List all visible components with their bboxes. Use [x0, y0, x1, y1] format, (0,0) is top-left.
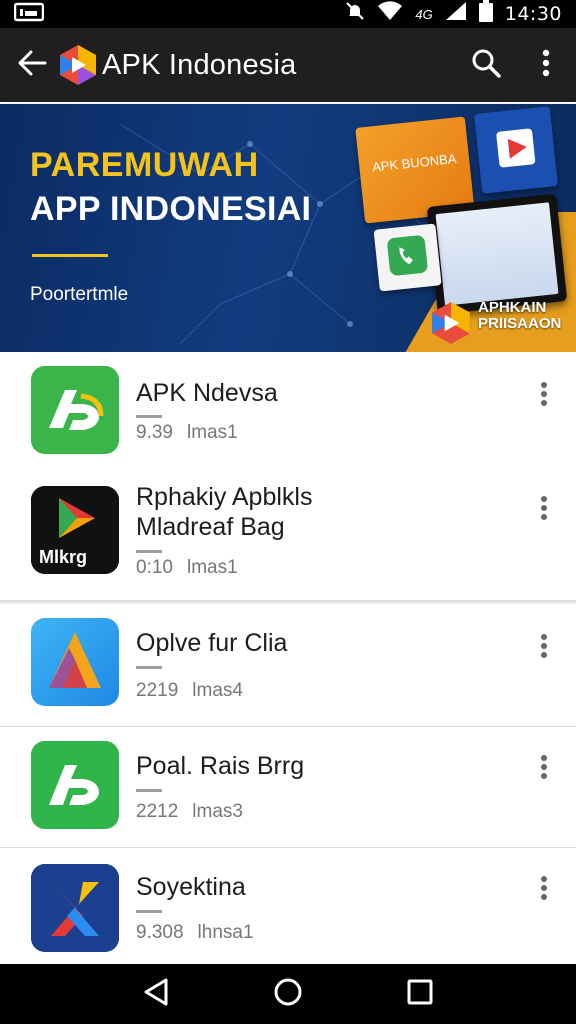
app-info: lmas3 [192, 801, 243, 822]
more-vert-icon [540, 495, 548, 526]
item-more-button[interactable] [528, 870, 560, 910]
banner-rule [32, 254, 108, 257]
app-info: lmas4 [192, 680, 243, 701]
app-underline [136, 415, 162, 418]
promo-banner[interactable]: PAREMUWAH APP INDONESIAI Poortertmle APK… [0, 104, 576, 352]
search-icon [471, 48, 501, 83]
play-icon [494, 126, 538, 175]
app-size: 2212 [136, 801, 179, 822]
app-meta: 9.308 lhnsa1 [136, 922, 254, 944]
app-size: 0:10 [136, 557, 173, 578]
back-arrow-icon [17, 50, 47, 81]
more-vert-icon [540, 754, 548, 785]
app-meta: 0:10 lmas1 [136, 557, 238, 579]
app-underline [136, 666, 162, 669]
banner-brand-logo-icon [430, 300, 472, 351]
navigation-bar [0, 964, 576, 1024]
app-meta: 2212 lmas3 [136, 801, 243, 823]
list-item[interactable]: Soyektina 9.308 lhnsa1 [0, 848, 576, 964]
search-button[interactable] [456, 28, 516, 102]
app-underline [136, 910, 162, 913]
nav-recents-icon [407, 979, 433, 1010]
wifi-icon [377, 1, 403, 27]
nav-back-button[interactable] [126, 964, 186, 1024]
banner-card-play [474, 106, 558, 194]
banner-card-phone [373, 223, 442, 292]
list-item[interactable]: Oplve fur Clia 2219 lmas4 [0, 604, 576, 726]
back-button[interactable] [0, 28, 64, 102]
play-triangle-app-icon: Mlkrg [31, 486, 119, 574]
nav-back-icon [142, 977, 170, 1012]
app-underline [136, 550, 162, 553]
app-info: lhnsa1 [197, 922, 254, 943]
green-ad-app-icon [31, 366, 119, 454]
phone-app-icon [386, 234, 428, 281]
status-time: 14:30 [504, 3, 562, 25]
photo-notification-icon [13, 2, 45, 27]
item-more-button[interactable] [528, 490, 560, 530]
nav-home-button[interactable] [258, 964, 318, 1024]
more-vert-icon [542, 49, 550, 82]
app-logo-icon [58, 43, 98, 87]
list-item[interactable]: APK Ndevsa 9.39 lmas1 [0, 352, 576, 470]
blue-a-app-icon [31, 618, 119, 706]
app-name: APK Ndevsa [136, 379, 278, 407]
signal-icon [445, 1, 467, 27]
network-type: 4G [415, 6, 433, 22]
banner-heading-line1: PAREMUWAH [30, 146, 259, 184]
app-meta: 9.39 lmas1 [136, 422, 238, 444]
green-ad-app-icon [31, 741, 119, 829]
banner-tablet [426, 193, 568, 315]
app-size: 9.39 [136, 422, 173, 443]
app-meta: 2219 lmas4 [136, 680, 243, 702]
screen: 4G 14:30 APK Indonesia PAREMUWAH APP IND… [0, 0, 576, 1024]
nav-recents-button[interactable] [390, 964, 450, 1024]
status-bar: 4G 14:30 [0, 0, 576, 28]
banner-brand-text: APHKAIN PRIISAAON [478, 299, 562, 332]
banner-heading-line2: APP INDONESIAI [30, 190, 312, 228]
app-bar: APK Indonesia [0, 28, 576, 102]
app-name: Oplve fur Clia [136, 629, 288, 657]
app-info: lmas1 [186, 422, 238, 443]
x-logo-app-icon [31, 864, 119, 952]
app-size: 9.308 [136, 922, 184, 943]
app-info: lmas1 [186, 557, 238, 578]
item-more-button[interactable] [528, 628, 560, 668]
nav-home-icon [273, 977, 303, 1012]
more-vert-icon [540, 381, 548, 412]
app-name: Soyektina [136, 873, 246, 901]
app-name: Poal. Rais Brrg [136, 752, 305, 780]
app-icon-label: Mlkrg [39, 547, 88, 567]
list-item[interactable]: Poal. Rais Brrg 2212 lmas3 [0, 727, 576, 847]
item-more-button[interactable] [528, 376, 560, 416]
more-vert-icon [540, 875, 548, 906]
app-size: 2219 [136, 680, 179, 701]
list-item[interactable]: Mlkrg Rphakiy Apblkls Mladreaf Bag 0:10 l… [0, 470, 576, 600]
item-more-button[interactable] [528, 749, 560, 789]
banner-subtitle: Poortertmle [30, 284, 129, 305]
app-underline [136, 789, 162, 792]
app-name: Rphakiy Apblkls Mladreaf Bag [136, 483, 313, 541]
mute-icon [345, 1, 365, 27]
overflow-menu-button[interactable] [516, 28, 576, 102]
more-vert-icon [540, 633, 548, 664]
battery-icon [478, 0, 493, 28]
app-title: APK Indonesia [102, 48, 297, 81]
